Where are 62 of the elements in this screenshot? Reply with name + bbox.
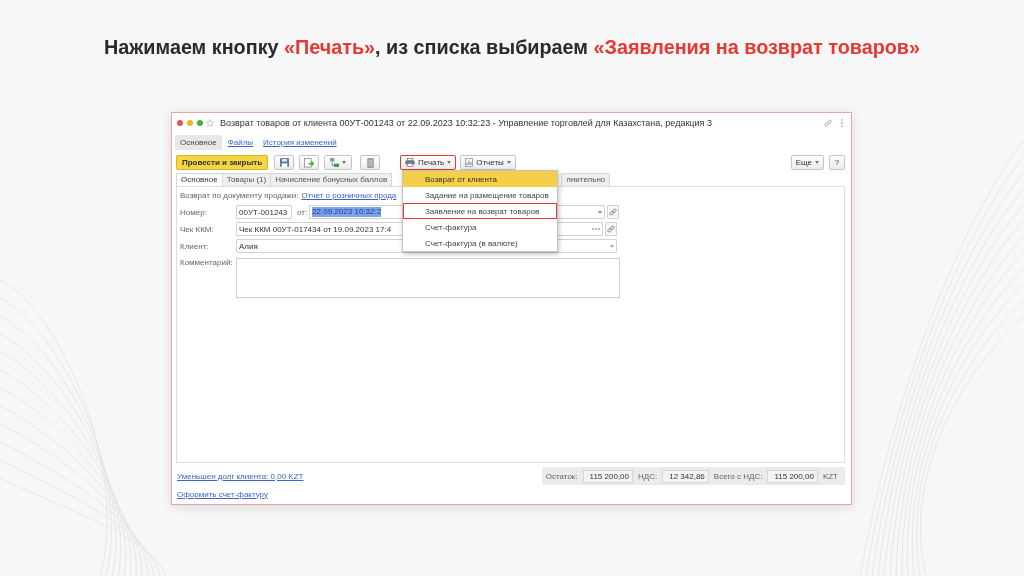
- section-tab[interactable]: История изменений: [258, 135, 342, 150]
- footer-link[interactable]: Оформить счет-фактуру: [177, 489, 268, 499]
- total-label: НДС:: [638, 471, 658, 481]
- link-icon: [609, 208, 618, 216]
- client-label: Клиент:: [180, 241, 210, 251]
- document-arrow-icon: [304, 157, 314, 168]
- menu-item[interactable]: Возврат от клиента: [403, 171, 557, 187]
- number-label: Номер:: [180, 207, 208, 217]
- instruction-heading: Нажимаем кнопку «Печать», из списка выбираем «Заявления на возврат товаров»: [104, 35, 920, 59]
- document-icon: [366, 157, 374, 168]
- link-icon: [607, 225, 615, 233]
- document-list-button[interactable]: [360, 155, 380, 170]
- section-tab[interactable]: Основное: [175, 135, 222, 150]
- caret-icon: [598, 210, 603, 214]
- zoom-dot-icon[interactable]: [197, 120, 203, 126]
- number-field[interactable]: 00УТ-001243: [236, 205, 292, 219]
- form-tab[interactable]: Товары (1): [221, 173, 272, 186]
- report-icon: [465, 158, 474, 167]
- comment-label: Комментарий:: [180, 258, 234, 267]
- menu-item[interactable]: Заявление на возврат товаров: [403, 203, 557, 219]
- sale-document-label: Возврат по документу продажи:: [180, 190, 299, 200]
- footer-link[interactable]: Уменьшен долг клиента: 0,00 KZT: [177, 471, 304, 481]
- star-icon[interactable]: [206, 119, 214, 127]
- open-button[interactable]: [607, 205, 620, 219]
- total-field: 115 200,00: [582, 469, 633, 483]
- receipt-label: Чек ККМ:: [180, 224, 215, 234]
- post-and-close-button[interactable]: Провести и закрыть: [176, 155, 268, 170]
- caret-icon: [506, 161, 511, 164]
- save-icon: [279, 158, 289, 167]
- form-tab[interactable]: Основное: [176, 173, 223, 186]
- menu-item[interactable]: Счет-фактура: [403, 219, 557, 235]
- printer-icon: [405, 158, 415, 167]
- link-icon[interactable]: [824, 119, 832, 127]
- close-dot-icon[interactable]: [177, 120, 183, 126]
- caret-icon: [815, 161, 819, 164]
- menu-item[interactable]: Счет-фактура (в валюте): [403, 235, 557, 251]
- sale-document-link[interactable]: Отчет о розничных прода: [301, 190, 397, 200]
- comment-field[interactable]: [236, 258, 620, 298]
- more-button[interactable]: Еще: [790, 155, 824, 170]
- total-field: 115 200,00: [767, 469, 818, 483]
- form-tab[interactable]: Начисление бонусных баллов: [270, 173, 393, 186]
- caret-icon: [447, 161, 452, 164]
- help-button[interactable]: ?: [829, 155, 845, 170]
- section-tab[interactable]: Файлы: [222, 135, 259, 150]
- reports-button[interactable]: Отчеты: [460, 155, 516, 170]
- document-button[interactable]: [299, 155, 319, 170]
- minimize-dot-icon[interactable]: [187, 120, 193, 126]
- print-button[interactable]: Печать: [400, 155, 457, 170]
- hierarchy-icon: [330, 158, 339, 167]
- currency-label: KZT: [822, 471, 838, 481]
- form-tab[interactable]: лнительно: [561, 173, 611, 186]
- save-button[interactable]: [274, 155, 294, 170]
- total-label: Остаток:: [545, 471, 578, 481]
- caret-icon: [342, 161, 346, 164]
- total-label: Всего с НДС:: [713, 471, 763, 481]
- structure-button[interactable]: [324, 155, 352, 170]
- caret-icon: [610, 244, 614, 248]
- menu-item[interactable]: Задание на размещение товаров: [403, 187, 557, 203]
- window-title: Возврат товаров от клиента 00УТ-001243 от 22.09.2023 10:32:23 - Управление торговлей для Казахстана, редакция 3: [220, 118, 712, 128]
- open-button[interactable]: [605, 222, 617, 236]
- date-label: от:: [297, 207, 308, 217]
- total-field: 12 342,86: [662, 469, 709, 483]
